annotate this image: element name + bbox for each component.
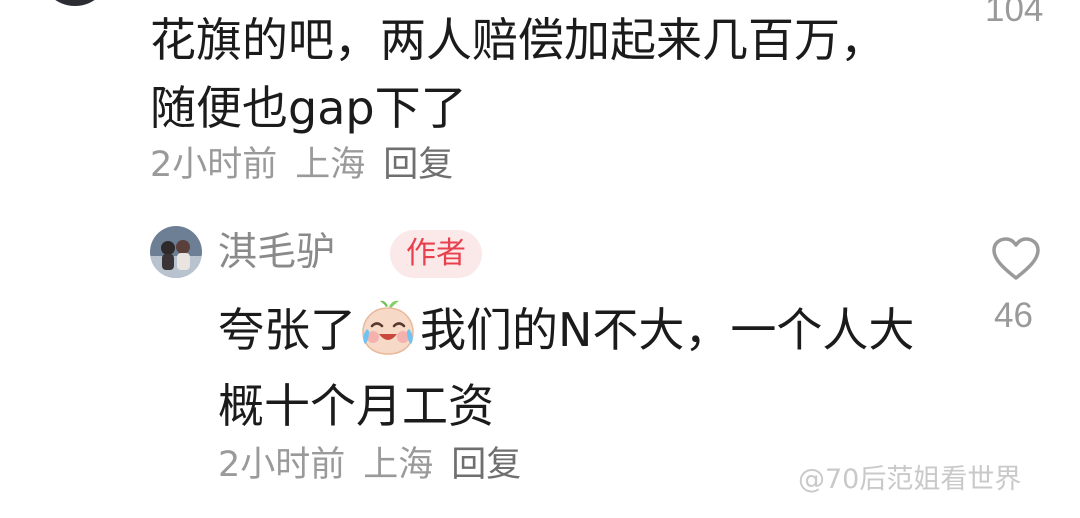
author-name[interactable]: 淇毛驴 <box>218 226 335 280</box>
reply-button[interactable]: 回复 <box>383 145 453 185</box>
comment-meta: 2小时前 上海 回复 <box>150 140 453 190</box>
heart-icon[interactable] <box>990 236 1042 282</box>
author-badge: 作者 <box>390 230 482 278</box>
reply-location: 上海 <box>363 445 434 485</box>
like-count: 104 <box>985 0 1044 29</box>
author-avatar[interactable] <box>150 226 202 278</box>
comment-text: 花旗的吧，两人赔偿加起来几百万，随便也gap下了 <box>150 13 886 135</box>
reply-text: 夸张了 我们的N不大，一个人大概十个月工资 <box>218 292 958 444</box>
comment-location: 上海 <box>295 145 366 185</box>
laughing-crying-peach-emoji-icon <box>358 298 418 356</box>
reply-button[interactable]: 回复 <box>451 445 521 485</box>
reply-time: 2小时前 <box>218 445 346 485</box>
comment-time: 2小时前 <box>150 145 278 185</box>
watermark: @70后范姐看世界 <box>798 464 1022 495</box>
commenter-avatar[interactable] <box>40 0 110 6</box>
reply-meta: 2小时前 上海 回复 <box>218 440 521 490</box>
like-count: 46 <box>994 296 1033 335</box>
reply-text-before-emoji: 夸张了 <box>218 303 356 357</box>
